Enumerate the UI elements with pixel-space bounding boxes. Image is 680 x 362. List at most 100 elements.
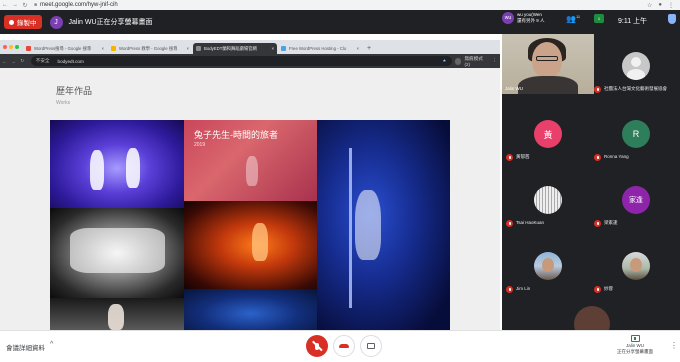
participant-name: 社團法人台灣文化藝術發展協會 xyxy=(604,86,667,91)
browser-tab[interactable]: BodyEDT蘭和舞蹈劇場官網 × xyxy=(193,43,277,54)
you-summary[interactable]: wu wu you(Wen 還有另外 9 人 xyxy=(502,12,545,24)
work-thumbnail[interactable] xyxy=(50,298,184,330)
meet-window: ← → ↻ ■ meet.google.com/hyw-jnif-cih ☆ ●… xyxy=(0,0,680,362)
present-status: 正在分享螢幕畫面 xyxy=(617,349,653,354)
self-name: Jalin WU xyxy=(505,86,524,91)
omnibox[interactable]: 不安全 bodyedt.com ★ xyxy=(30,56,452,66)
work-thumbnail[interactable] xyxy=(50,208,184,298)
mic-muted-icon xyxy=(506,286,513,293)
menu-icon[interactable]: ⋮ xyxy=(668,2,674,9)
participant-tile[interactable]: 妙蓉 xyxy=(590,240,678,298)
participant-name: Jim Lin xyxy=(516,286,531,291)
avatar xyxy=(534,186,562,214)
webpage: 歷年作品 Works 兔子先生-時間的旅者 2019 xyxy=(0,68,500,330)
mic-muted-icon xyxy=(594,220,601,227)
bottom-bar: 會議詳細資料 ^ Jalin WU 正在分享螢幕畫面 ⋮ xyxy=(0,330,680,362)
close-tab-icon[interactable]: × xyxy=(184,46,189,51)
new-tab-button[interactable]: + xyxy=(363,45,375,54)
address-bar: ← → ↻ 不安全 bodyedt.com ★ 無痕模式 (2) ⋮ xyxy=(0,54,500,68)
mic-toggle-button[interactable] xyxy=(306,335,328,357)
hang-up-button[interactable] xyxy=(333,335,355,357)
work-thumbnail[interactable] xyxy=(317,120,450,330)
incognito-label[interactable]: 無痕模式 (2) xyxy=(464,56,489,67)
outer-browser-toolbar: ← → ↻ ■ meet.google.com/hyw-jnif-cih ☆ ●… xyxy=(0,0,680,10)
back-icon[interactable]: ← xyxy=(0,59,9,64)
browser-tab[interactable]: Free WordPress Hosting - Clo × xyxy=(278,43,362,54)
meeting-details-button[interactable]: 會議詳細資料 xyxy=(6,342,45,352)
chat-button[interactable]: 1 xyxy=(594,14,604,23)
participants-panel: Jalin WU 社團法人台灣文化藝術發展協會黃黃郁茜 R Ronna Yang Ts… xyxy=(502,34,680,330)
menu-icon[interactable]: ⋮ xyxy=(492,58,497,64)
work-thumbnail[interactable] xyxy=(50,120,184,208)
work-thumbnail[interactable] xyxy=(184,289,317,330)
insecure-label: 不安全 xyxy=(35,58,50,63)
favicon-icon xyxy=(281,46,286,51)
you-avatar: wu xyxy=(502,12,514,24)
work-thumbnail-featured[interactable]: 兔子先生-時間的旅者 2019 xyxy=(184,120,317,201)
participant-name: Ronna Yang xyxy=(604,154,629,159)
chat-badge: 1 xyxy=(597,16,601,21)
avatar xyxy=(534,252,562,280)
outer-url[interactable]: meet.google.com/hyw-jnif-cih xyxy=(40,2,118,8)
tab-label: BodyEDT蘭和舞蹈劇場官網 xyxy=(204,45,257,51)
work-year: 2019 xyxy=(194,142,206,148)
participants-button[interactable]: 👥11 xyxy=(566,14,580,24)
participant-tile[interactable]: R Ronna Yang xyxy=(590,108,678,166)
browser-tab[interactable]: WordPress搜尋 - Google 搜尋 × xyxy=(23,43,107,54)
record-dot-icon xyxy=(9,19,14,25)
mic-muted-icon xyxy=(594,154,601,161)
bookmark-star-icon[interactable]: ★ xyxy=(442,58,446,64)
participant-name: Tsai HaoKuan xyxy=(516,220,545,225)
more-options-icon[interactable]: ⋮ xyxy=(670,341,678,350)
close-tab-icon[interactable]: × xyxy=(269,46,274,51)
works-gallery: 兔子先生-時間的旅者 2019 xyxy=(50,120,450,330)
work-thumbnail[interactable] xyxy=(184,201,317,289)
mic-muted-icon xyxy=(594,286,601,293)
favicon-icon xyxy=(196,46,201,51)
participant-name: 梁家逢 xyxy=(604,220,618,225)
maximize-window-icon[interactable] xyxy=(15,45,19,49)
meet-top-bar: 錄製中 J Jalin WU正在分享螢幕畫面 wu wu you(Wen 還有另… xyxy=(0,10,680,34)
participant-tile[interactable]: 黃黃郁茜 xyxy=(502,108,590,166)
participant-tile[interactable]: 家逢 梁家逢 xyxy=(590,174,678,232)
back-icon[interactable]: ← xyxy=(0,2,10,8)
clock: 9:11 上午 xyxy=(618,18,648,25)
close-tab-icon[interactable]: × xyxy=(354,46,359,51)
shield-icon[interactable] xyxy=(668,14,676,24)
page-url: bodyedt.com xyxy=(57,58,84,64)
mic-muted-icon xyxy=(506,220,513,227)
close-window-icon[interactable] xyxy=(3,45,7,49)
minimize-window-icon[interactable] xyxy=(9,45,13,49)
avatar xyxy=(622,52,650,80)
self-camera-tile[interactable]: Jalin WU xyxy=(502,34,594,94)
presenting-text: Jalin WU正在分享螢幕畫面 xyxy=(68,19,153,26)
forward-icon[interactable]: → xyxy=(10,2,20,8)
chevron-up-icon[interactable]: ^ xyxy=(50,341,53,348)
participant-name: 妙蓉 xyxy=(604,286,613,291)
presenter-avatar: J xyxy=(49,15,63,29)
people-icon: 👥 xyxy=(566,14,576,24)
tab-strip: WordPress搜尋 - Google 搜尋 × WordPress 教學 - G… xyxy=(0,40,500,54)
others-count: 還有另外 9 人 xyxy=(517,18,545,23)
present-status-button[interactable]: Jalin WU 正在分享螢幕畫面 xyxy=(612,335,658,355)
recording-badge[interactable]: 錄製中 xyxy=(4,15,42,29)
participant-tile[interactable]: Tsai HaoKuan xyxy=(502,174,590,232)
browser-tab[interactable]: WordPress 教學 - Google 搜尋 × xyxy=(108,43,192,54)
avatar xyxy=(574,306,610,330)
avatar xyxy=(622,252,650,280)
star-icon[interactable]: ☆ xyxy=(647,2,652,9)
participant-tile[interactable]: 社團法人台灣文化藝術發展協會 xyxy=(590,40,678,98)
close-tab-icon[interactable]: × xyxy=(99,46,104,51)
camera-icon xyxy=(367,343,375,349)
profile-icon[interactable]: ● xyxy=(658,2,662,9)
participants-count: 11 xyxy=(575,14,581,19)
camera-toggle-button[interactable] xyxy=(360,335,382,357)
page-subtitle: Works xyxy=(56,100,71,106)
forward-icon[interactable]: → xyxy=(9,59,18,64)
participant-tile[interactable]: Jim Lin xyxy=(502,240,590,298)
window-controls xyxy=(0,45,23,54)
reload-icon[interactable]: ↻ xyxy=(18,58,27,64)
avatar: 黃 xyxy=(534,120,562,148)
mic-muted-icon xyxy=(506,154,513,161)
reload-icon[interactable]: ↻ xyxy=(20,2,30,9)
